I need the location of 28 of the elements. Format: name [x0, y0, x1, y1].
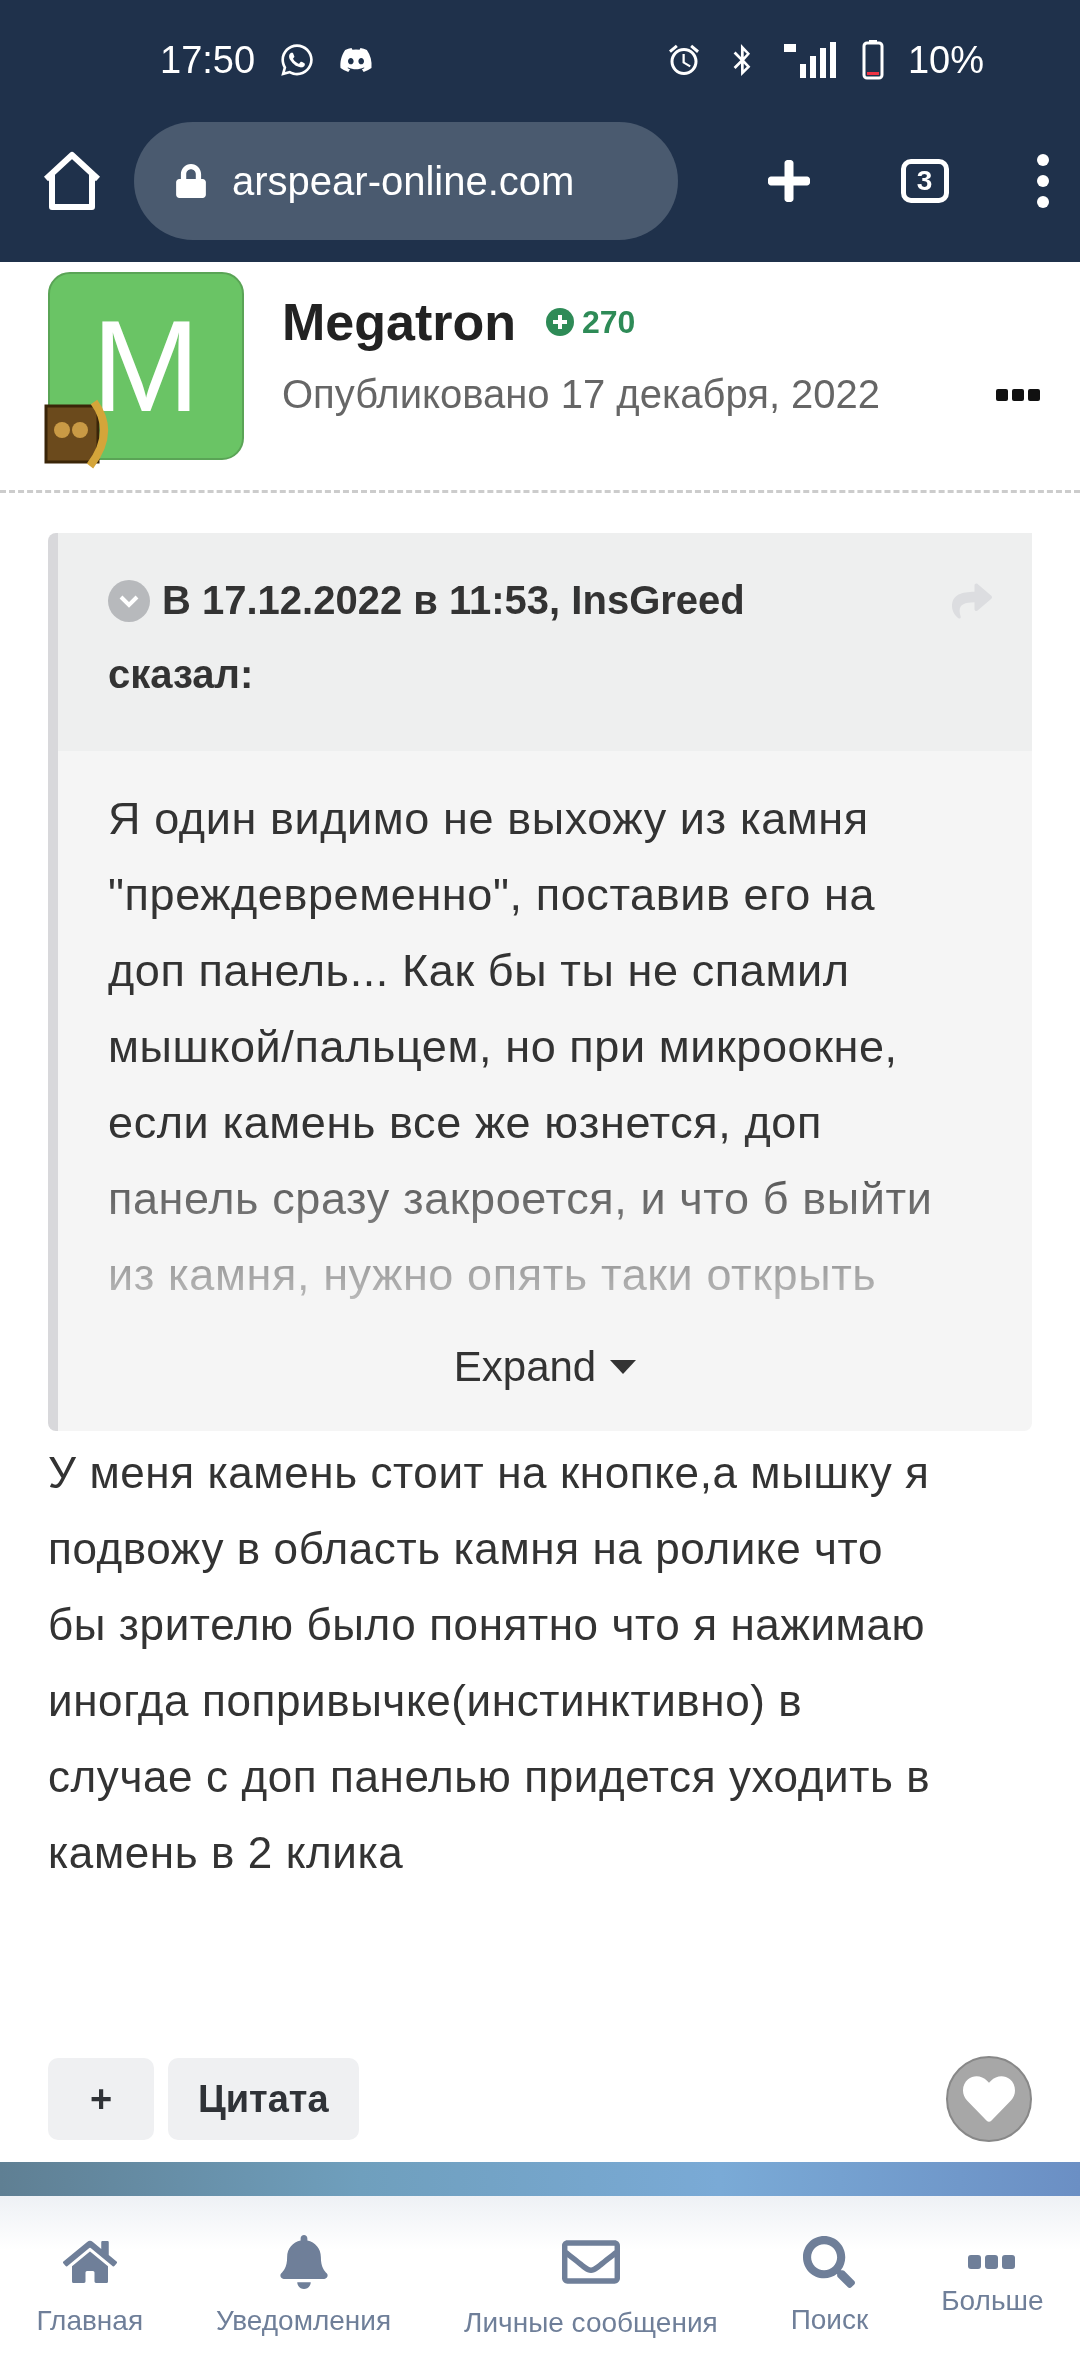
nav-item[interactable]: Личные сообщения	[464, 2233, 718, 2339]
battery-icon	[861, 40, 884, 80]
signal-icon	[781, 42, 838, 78]
quote-citation: В 17.12.2022 в 11:53, InsGreed сказал:	[108, 577, 746, 698]
quote-text: Я один видимо не выхожу из камня "преждевременно", поставив его на доп панель... Как бы ты не спамил мышкой/пальцем, но при микроокне, если камень все же юзнется, доп панель сразу закроется, и что б выйти из камня, нужно опять таки открыть	[107, 792, 934, 1302]
nav-item[interactable]: Поиск	[790, 2236, 869, 2336]
nav-item[interactable]: Главная	[36, 2235, 144, 2337]
quote-button[interactable]: Цитата	[168, 2058, 359, 2140]
search-icon	[803, 2236, 856, 2288]
author-name[interactable]: Megatron	[282, 292, 516, 352]
lock-icon	[174, 164, 208, 198]
reputation-badge: 270	[546, 303, 636, 341]
battery-percent: 10%	[907, 38, 984, 82]
multiquote-button[interactable]: +	[48, 2058, 154, 2140]
post-text: У меня камень стоит на кнопке,а мышку я подвожу в область камня на ролике что бы зрителю было понятно что я нажимаю иногда попривычке(инстинктивно) в случае с доп панелью придется уходить в камень в 2 клика	[48, 1447, 932, 1879]
more-icon	[968, 2255, 1017, 2269]
publish-date: Опубликовано 17 декабря, 2022	[282, 372, 881, 417]
menu-button[interactable]	[1036, 153, 1050, 209]
address-bar[interactable]: arspear-online.com	[134, 122, 678, 240]
nav-item[interactable]: Уведомления	[216, 2235, 392, 2337]
more-options-button[interactable]	[996, 387, 1040, 402]
nav-item[interactable]: Больше	[941, 2255, 1044, 2317]
caret-icon	[610, 1360, 637, 1374]
status-time: 17:50	[160, 38, 256, 82]
heart-icon	[963, 2073, 1015, 2125]
expand-button[interactable]: Expand	[453, 1313, 637, 1431]
tab-count-button[interactable]: 3	[900, 159, 949, 203]
whatsapp-icon	[279, 42, 316, 78]
